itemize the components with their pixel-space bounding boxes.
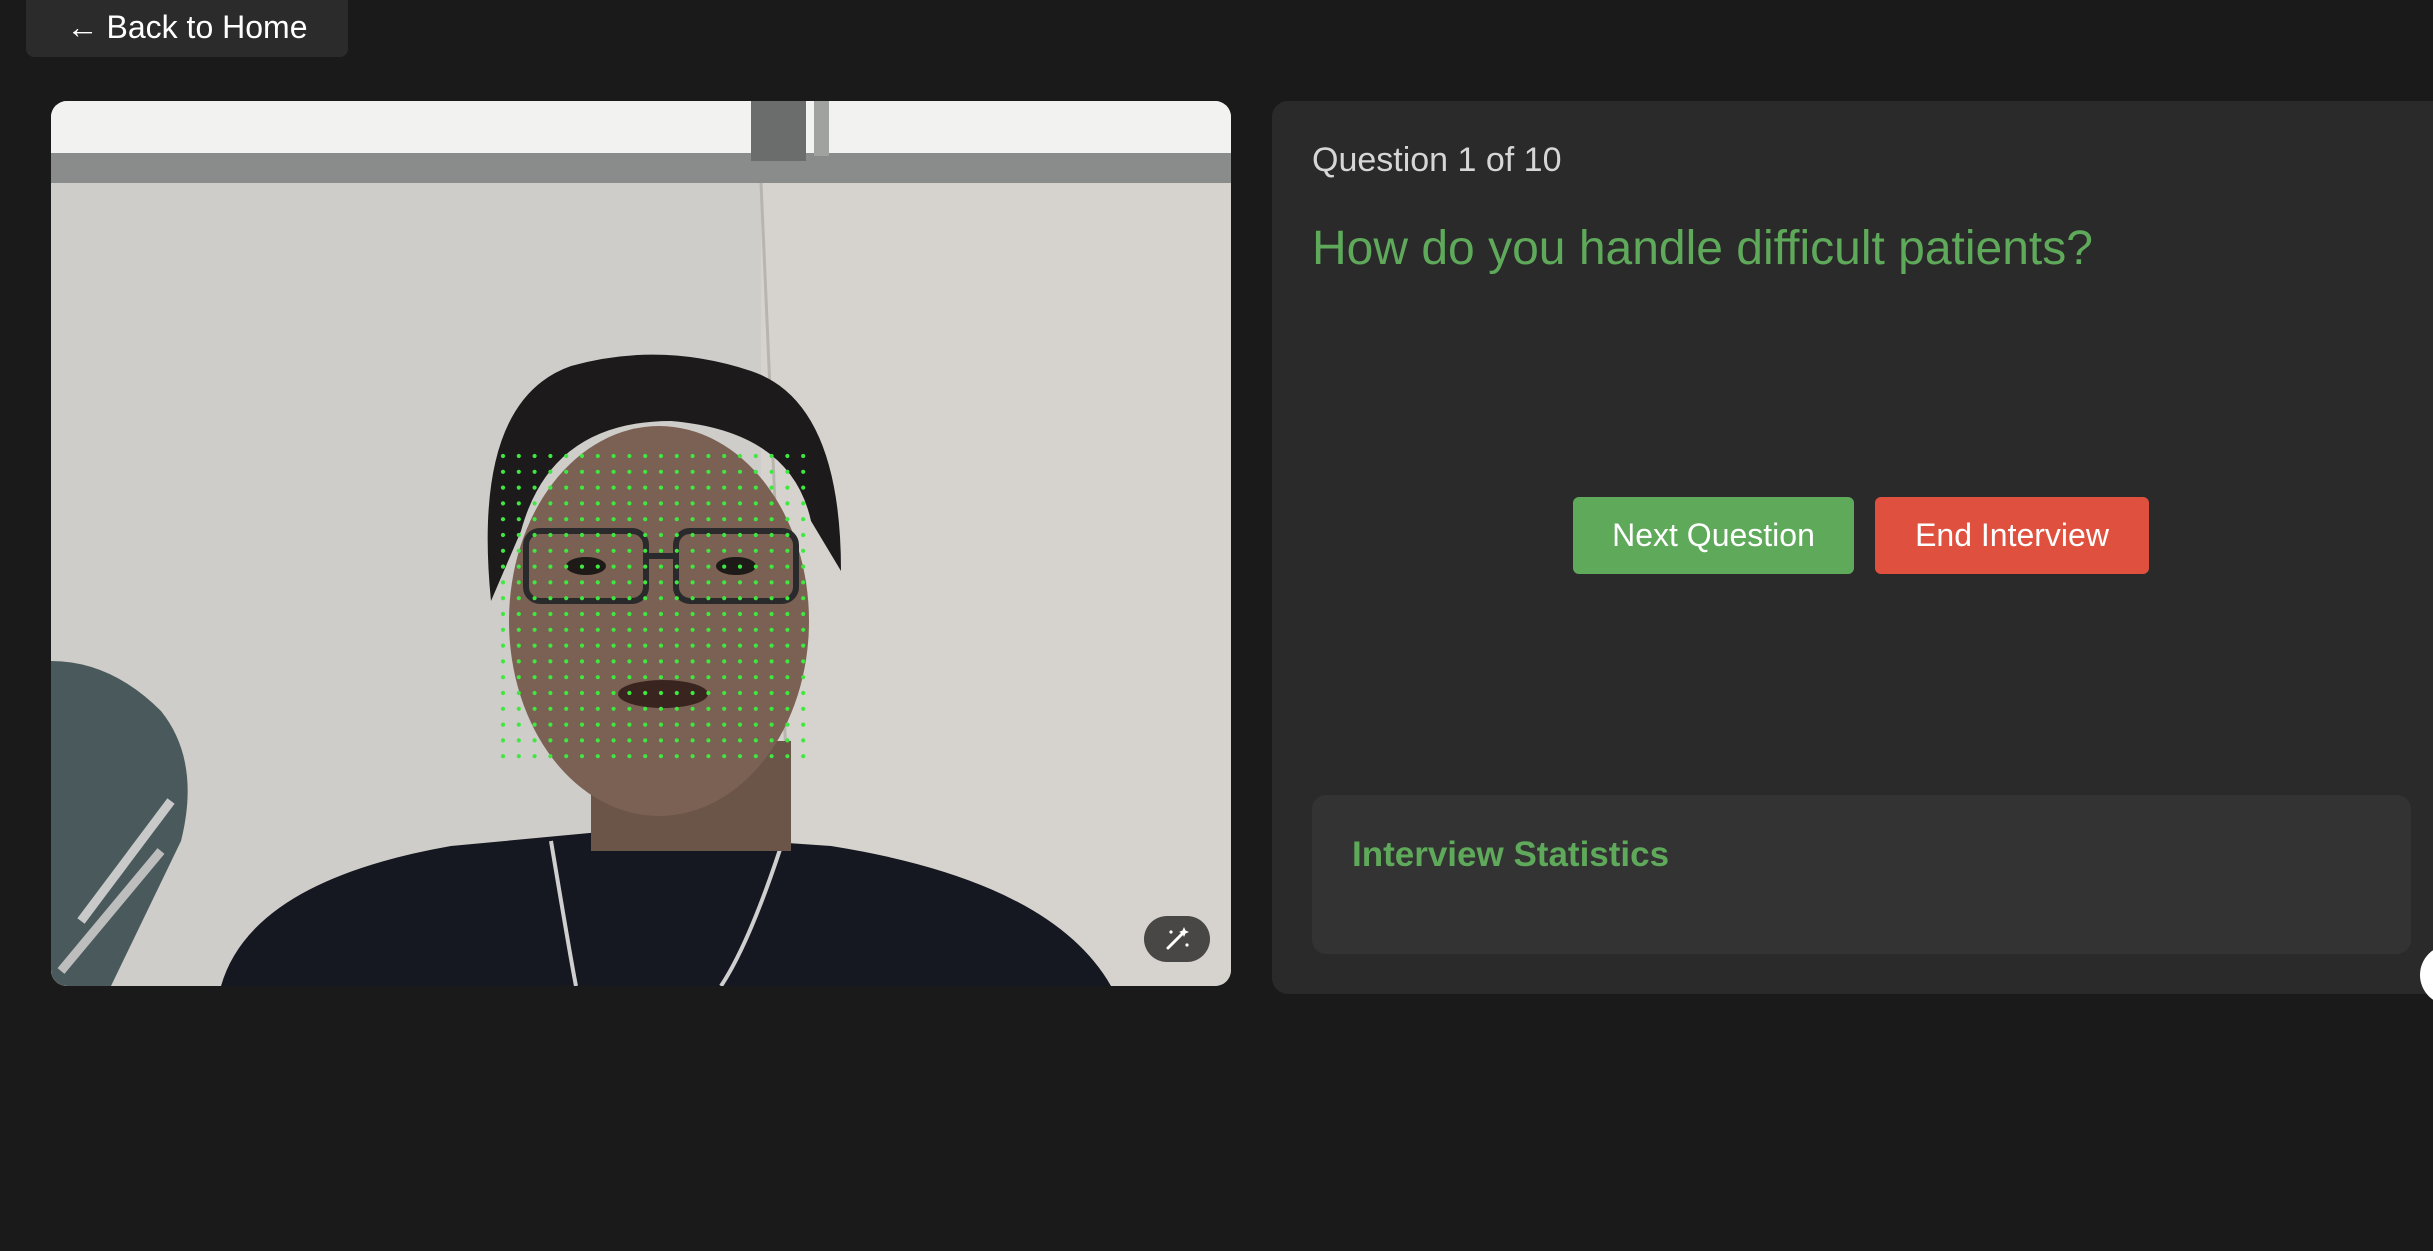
interview-statistics-title: Interview Statistics: [1352, 835, 1670, 874]
question-counter: Question 1 of 10: [1312, 141, 1562, 179]
end-interview-button[interactable]: End Interview: [1875, 497, 2149, 574]
question-panel: Question 1 of 10 How do you handle diffi…: [1272, 101, 2433, 994]
magic-wand-icon: [1166, 927, 1189, 950]
question-actions: Next Question End Interview: [1573, 497, 2149, 574]
back-arrow-icon: ←: [66, 9, 99, 45]
question-text: How do you handle difficult patients?: [1312, 222, 2093, 275]
back-to-home-button[interactable]: ← Back to Home: [26, 0, 348, 57]
back-to-home-label: Back to Home: [106, 9, 308, 45]
video-effects-button[interactable]: [1144, 916, 1210, 962]
next-question-button[interactable]: Next Question: [1573, 497, 1854, 574]
webcam-frame: [51, 101, 1231, 986]
webcam-video-feed: [51, 101, 1231, 986]
interview-statistics-card: Interview Statistics: [1312, 795, 2411, 954]
